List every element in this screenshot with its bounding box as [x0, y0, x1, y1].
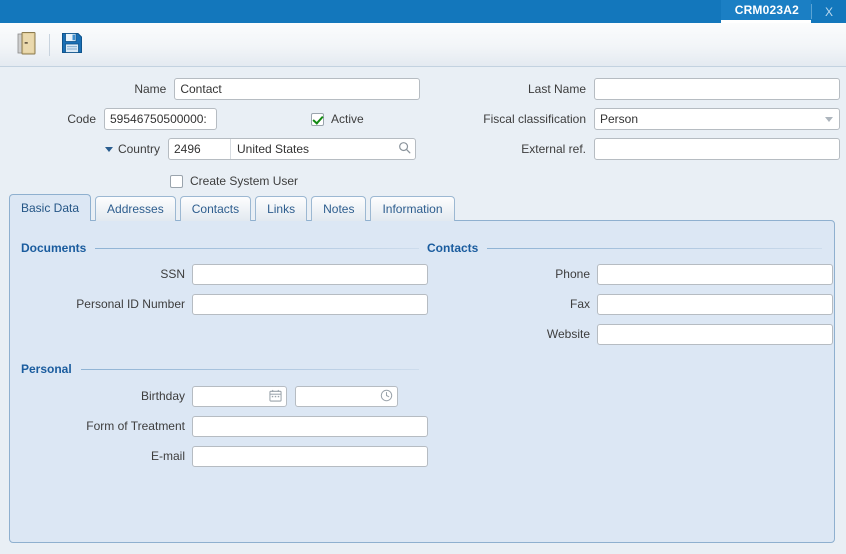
last-name-label: Last Name — [527, 82, 586, 96]
active-checkbox-row[interactable]: Active — [311, 108, 364, 130]
field-country: Country 2496 United States — [0, 138, 416, 160]
tab-information[interactable]: Information — [370, 196, 455, 221]
email-input[interactable] — [192, 446, 428, 467]
website-label: Website — [546, 327, 590, 341]
documents-group-title: Documents — [21, 241, 87, 255]
personal-group-header: Personal — [21, 362, 419, 376]
fiscal-classification-value: Person — [600, 112, 639, 126]
documents-group-header: Documents — [21, 241, 419, 255]
field-fiscal-classification: Fiscal classification Person — [420, 108, 840, 130]
personal-id-number-label: Personal ID Number — [76, 297, 185, 311]
fax-label: Fax — [569, 297, 590, 311]
field-last-name: Last Name — [420, 78, 840, 100]
personal-group-title: Personal — [21, 362, 72, 376]
country-description: United States — [237, 142, 310, 156]
window-tab-label: CRM023A2 — [734, 3, 799, 17]
active-checkbox[interactable] — [311, 112, 324, 126]
country-label: Country — [117, 142, 160, 156]
ssn-input[interactable] — [192, 264, 428, 285]
create-system-user-label: Create System User — [190, 174, 299, 188]
toolbar-divider — [49, 33, 50, 56]
tab-notes[interactable]: Notes — [311, 196, 367, 221]
basic-data-panel: Documents SSN Personal ID Number Contact… — [9, 220, 835, 543]
tab-basic-data-label: Basic Data — [21, 201, 80, 215]
contacts-group-rule — [487, 247, 822, 249]
clock-icon[interactable] — [380, 389, 393, 405]
website-input[interactable] — [597, 324, 833, 345]
name-input[interactable]: Contact — [174, 78, 420, 100]
contacts-group-title: Contacts — [427, 241, 479, 255]
country-search-button[interactable] — [393, 139, 415, 159]
personal-id-number-input[interactable] — [192, 294, 428, 315]
tab-links[interactable]: Links — [255, 196, 308, 221]
active-label: Active — [331, 112, 364, 126]
country-lookup[interactable]: 2496 United States — [168, 138, 416, 160]
documents-group-rule — [95, 247, 419, 249]
name-label: Name — [134, 82, 167, 96]
personal-group-rule — [80, 368, 419, 370]
tab-contacts[interactable]: Contacts — [179, 196, 252, 221]
external-ref-input[interactable] — [594, 138, 840, 160]
birthday-time-input[interactable] — [295, 386, 398, 407]
tab-links-label: Links — [267, 202, 296, 216]
tab-strip: Basic Data Addresses Contacts Links Note… — [9, 194, 459, 221]
window-tab-crm023a2[interactable]: CRM023A2 — [720, 0, 811, 23]
chevron-down-icon — [825, 116, 833, 122]
contacts-group-header: Contacts — [427, 241, 822, 255]
create-system-user-checkbox[interactable] — [170, 174, 183, 188]
calendar-icon[interactable] — [269, 389, 282, 405]
country-code-input[interactable]: 2496 — [169, 139, 231, 159]
birthday-date-input[interactable] — [192, 386, 287, 407]
email-label: E-mail — [150, 449, 185, 463]
window-titlebar: CRM023A2 X — [0, 0, 846, 23]
form-of-treatment-label: Form of Treatment — [86, 419, 185, 433]
ssn-label: SSN — [160, 267, 185, 281]
phone-input[interactable] — [597, 264, 833, 285]
form-of-treatment-input[interactable] — [192, 416, 428, 437]
field-name: Name Contact — [0, 78, 420, 100]
code-label: Code — [67, 112, 96, 126]
birthday-label: Birthday — [140, 389, 185, 403]
header-form: Name Contact Code 59546750500000: Active… — [0, 67, 846, 194]
country-expander-icon[interactable] — [104, 146, 113, 152]
tab-notes-label: Notes — [323, 202, 355, 216]
fiscal-classification-select[interactable]: Person — [594, 108, 840, 130]
field-code: Code 59546750500000: — [0, 108, 217, 130]
door-exit-icon — [14, 30, 40, 59]
fiscal-classification-label: Fiscal classification — [483, 112, 586, 126]
tab-addresses[interactable]: Addresses — [95, 196, 176, 221]
exit-button[interactable] — [10, 28, 44, 62]
tab-contacts-label: Contacts — [191, 202, 240, 216]
save-button[interactable] — [55, 28, 89, 62]
tab-information-label: Information — [382, 202, 443, 216]
create-system-user-row[interactable]: Create System User — [170, 170, 298, 192]
tab-basic-data[interactable]: Basic Data — [9, 194, 92, 221]
main-toolbar — [0, 23, 846, 67]
close-icon[interactable]: X — [812, 0, 846, 23]
phone-label: Phone — [555, 267, 590, 281]
code-input[interactable]: 59546750500000: — [104, 108, 217, 130]
fax-input[interactable] — [597, 294, 833, 315]
external-ref-label: External ref. — [521, 142, 586, 156]
last-name-input[interactable] — [594, 78, 840, 100]
floppy-save-icon — [59, 30, 85, 59]
field-external-ref: External ref. — [420, 138, 840, 160]
tab-addresses-label: Addresses — [107, 202, 164, 216]
search-icon — [398, 141, 411, 157]
